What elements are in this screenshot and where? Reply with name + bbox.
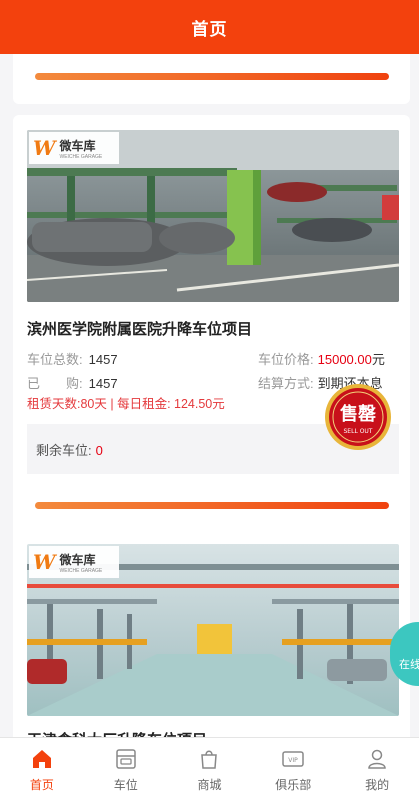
- progress-bar: [35, 73, 389, 80]
- tab-label: 我的: [365, 778, 390, 792]
- total-spaces-value: 1457: [88, 352, 118, 367]
- logo-mark: W: [33, 136, 56, 160]
- sold-row: 已 购: 1457: [27, 373, 118, 392]
- page-title: 首页: [191, 19, 228, 39]
- project-title[interactable]: 滨州医学院附属医院升降车位项目: [27, 318, 252, 339]
- tab-mall[interactable]: 商城: [168, 738, 252, 800]
- shopping-bag-icon: [201, 750, 218, 769]
- tab-label: 商城: [197, 778, 222, 792]
- logo-subtitle: WEICHE GARAGE: [59, 153, 103, 160]
- top-header: 首页: [0, 0, 419, 54]
- price-value: 15000.00: [317, 352, 372, 367]
- rent-info: 租赁天数:80天 | 每日租金: 124.50元: [27, 397, 225, 411]
- logo-mark: W: [33, 550, 56, 574]
- total-spaces-label: 车位总数:: [27, 352, 83, 367]
- remaining-value: 0: [95, 443, 103, 458]
- sold-label: 已 购:: [27, 376, 83, 391]
- project-card-previous[interactable]: [13, 54, 410, 104]
- progress-bar: [35, 502, 389, 509]
- project-photo[interactable]: W 微车库 WEICHE GARAGE: [27, 544, 399, 716]
- svg-text:VIP: VIP: [289, 757, 299, 764]
- price-unit: 元: [371, 352, 385, 367]
- project-photo[interactable]: W 微车库 WEICHE GARAGE: [27, 130, 399, 302]
- sold-out-badge-icon: 售罄 SELL OUT: [325, 384, 391, 450]
- price-row: 车位价格: 15000.00元: [258, 349, 385, 368]
- parking-icon: [115, 749, 136, 769]
- sold-out-badge-text: 售罄: [340, 403, 376, 425]
- online-service-label: 在线: [399, 659, 419, 671]
- project-card[interactable]: W 微车库 WEICHE GARAGE 天津食科大厂升降车位项目: [13, 529, 410, 737]
- tab-label: 俱乐部: [275, 778, 312, 792]
- tab-label: 首页: [29, 778, 54, 792]
- weichequ-logo: W 微车库 WEICHE GARAGE: [29, 132, 119, 164]
- vip-card-icon: VIP: [282, 751, 305, 767]
- logo-name: 微车库: [59, 552, 96, 567]
- total-spaces-row: 车位总数: 1457: [27, 349, 118, 368]
- tab-label: 车位: [113, 778, 138, 792]
- project-list[interactable]: W 微车库 WEICHE GARAGE 滨州医学院附属医院升降车位项目 车位总数…: [0, 54, 419, 737]
- bottom-tab-bar: 首页 车位 商城 VIP 俱乐部 我的: [0, 737, 419, 800]
- sold-value: 1457: [88, 376, 118, 391]
- settlement-label: 结算方式:: [258, 376, 314, 391]
- user-icon: [368, 749, 386, 769]
- project-card[interactable]: W 微车库 WEICHE GARAGE 滨州医学院附属医院升降车位项目 车位总数…: [13, 115, 410, 557]
- tab-club[interactable]: VIP 俱乐部: [251, 738, 335, 800]
- tab-home[interactable]: 首页: [0, 738, 84, 800]
- tab-mine[interactable]: 我的: [335, 738, 419, 800]
- logo-name: 微车库: [59, 138, 96, 153]
- remaining-label: 剩余车位:: [36, 443, 92, 458]
- home-icon: [32, 750, 51, 768]
- weichequ-logo: W 微车库 WEICHE GARAGE: [29, 546, 119, 578]
- tab-parking[interactable]: 车位: [84, 738, 168, 800]
- logo-subtitle: WEICHE GARAGE: [59, 567, 103, 574]
- sold-out-badge-en: SELL OUT: [344, 428, 373, 435]
- project-title[interactable]: 天津食科大厂升降车位项目: [27, 729, 207, 737]
- price-label: 车位价格:: [258, 352, 314, 367]
